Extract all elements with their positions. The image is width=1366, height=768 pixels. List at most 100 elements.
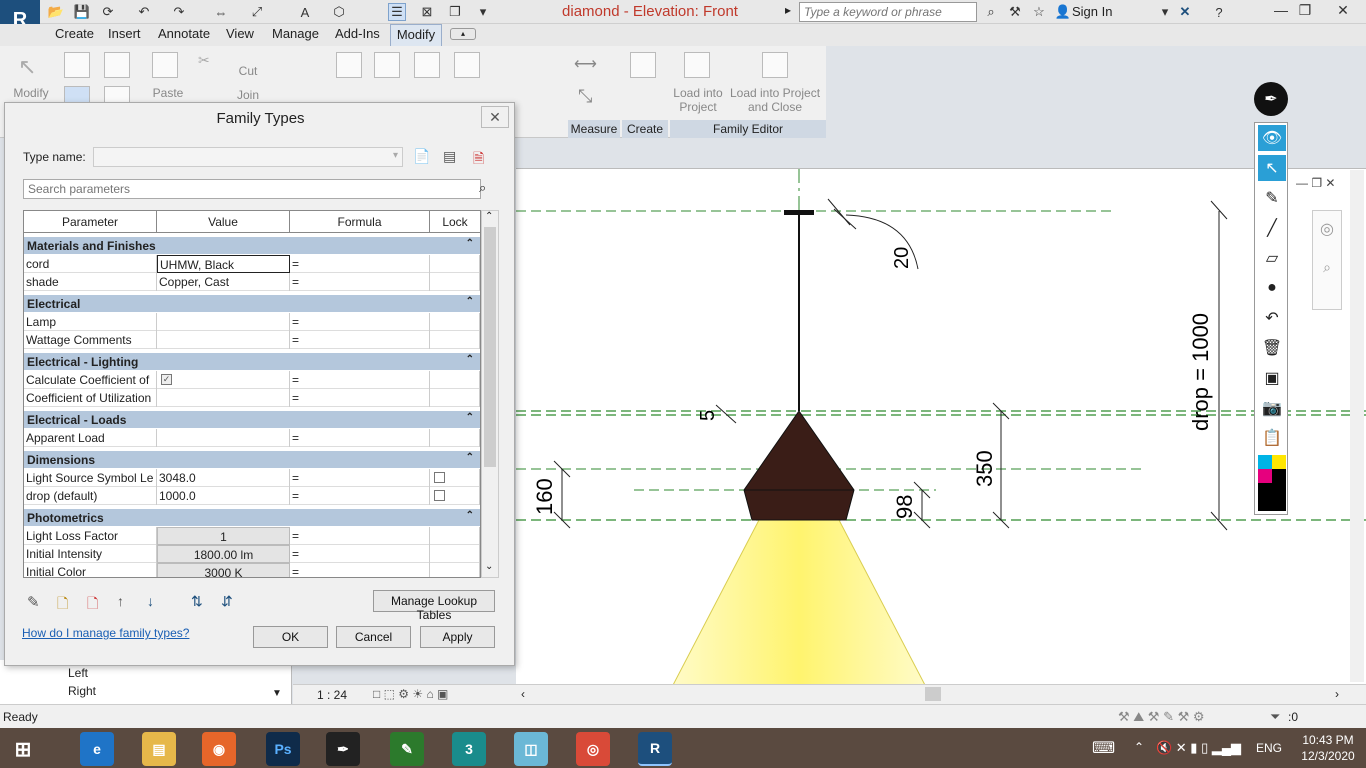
color-black-swatch[interactable] (1272, 469, 1286, 483)
search-parameters-input[interactable] (23, 179, 481, 199)
table-row[interactable]: cord UHMW, Black = (24, 255, 480, 273)
new-parameter-icon[interactable]: 🗋 (57, 593, 68, 617)
clock-time[interactable]: 10:43 PM (1298, 733, 1358, 747)
group-photometrics[interactable]: Photometrics ⌃ (24, 509, 480, 527)
mirror-draw-icon[interactable] (454, 52, 480, 78)
ok-button[interactable]: OK (253, 626, 328, 648)
language-indicator[interactable]: ENG (1256, 741, 1282, 755)
sign-in-button[interactable]: Sign In (1072, 4, 1112, 19)
keyboard-icon[interactable]: ⌨ (1092, 738, 1115, 758)
table-row[interactable]: Calculate Coefficient of ✓ = (24, 371, 480, 389)
aligned-dimension-icon[interactable]: ⟷ (574, 54, 597, 74)
color-yellow-swatch[interactable] (1272, 455, 1286, 469)
join-label[interactable]: Join (228, 88, 268, 102)
lock-checkbox[interactable] (434, 490, 445, 501)
table-row[interactable]: Initial Color 3000 K = (24, 563, 480, 577)
edit-parameter-icon[interactable]: ✎ (27, 593, 40, 611)
table-row[interactable]: Wattage Comments = (24, 331, 480, 349)
paste-icon[interactable] (152, 52, 178, 78)
tab-manage[interactable]: Manage (272, 26, 319, 41)
param-formula[interactable]: = (290, 273, 430, 291)
param-value-button[interactable]: 3000 K (157, 563, 290, 577)
tab-view[interactable]: View (226, 26, 254, 41)
text-icon[interactable]: A (296, 3, 314, 21)
restore-button[interactable]: ❐ (1290, 2, 1320, 19)
properties-icon[interactable] (64, 52, 90, 78)
param-formula[interactable]: = (290, 371, 430, 389)
param-value-input[interactable] (157, 389, 290, 407)
param-formula[interactable]: = (290, 255, 430, 273)
subscription-icon[interactable]: ⚒ (1006, 3, 1024, 21)
table-row[interactable]: drop (default) 1000.0 = (24, 487, 480, 505)
dot-icon[interactable]: ● (1258, 275, 1286, 301)
undo-stroke-icon[interactable]: ↶ (1258, 305, 1286, 331)
start-button-icon[interactable]: ⊞ (6, 732, 40, 766)
qat-dropdown-icon[interactable]: ▾ (474, 3, 492, 21)
param-formula[interactable]: = (290, 527, 430, 545)
redo-icon[interactable]: ↷ (170, 3, 188, 21)
search-icon[interactable]: ⌕ (479, 180, 486, 196)
close-hidden-icon[interactable]: ⊠ (418, 3, 436, 21)
firefox-icon[interactable]: ◉ (202, 732, 236, 766)
table-row[interactable]: shade Copper, Cast = (24, 273, 480, 291)
search-input[interactable] (799, 2, 977, 22)
cancel-button[interactable]: Cancel (336, 626, 411, 648)
param-value-input[interactable]: UHMW, Black (157, 255, 290, 273)
binoculars-icon[interactable]: ⌕ (982, 3, 1000, 21)
param-value-button[interactable]: 1800.00 lm (157, 545, 290, 563)
lock-checkbox[interactable] (434, 472, 445, 483)
3d-view-icon[interactable]: ⬡ (330, 3, 348, 21)
ribbon-minimize-icon[interactable]: ▴ (450, 28, 476, 40)
color-cyan-swatch[interactable] (1258, 455, 1272, 469)
scroll-down-icon[interactable]: ⌄ (485, 561, 493, 572)
steering-wheel-icon[interactable]: ◎ (1313, 219, 1341, 239)
param-formula[interactable]: = (290, 331, 430, 349)
pen-app-icon[interactable]: ✒ (1254, 82, 1288, 116)
column-parameter[interactable]: Parameter (24, 211, 157, 233)
param-value-input[interactable] (157, 313, 290, 331)
group-dimensions[interactable]: Dimensions ⌃ (24, 451, 480, 469)
trash-icon[interactable]: 🗑 (1258, 335, 1286, 361)
browser-item-left[interactable]: Left (68, 666, 88, 680)
modify-cursor-icon[interactable]: ↖ (18, 54, 36, 80)
group-electrical-lighting[interactable]: Electrical - Lighting ⌃ (24, 353, 480, 371)
help-icon[interactable]: ? (1210, 3, 1228, 21)
color-magenta-swatch[interactable] (1258, 469, 1272, 483)
view-scale[interactable]: 1 : 24 (317, 688, 347, 702)
thin-lines-icon[interactable]: ☰ (388, 3, 406, 21)
param-value-input[interactable]: 3048.0 (157, 469, 290, 487)
open-icon[interactable]: 📂 (47, 3, 65, 21)
navigation-bar[interactable]: ◎ ⌕ (1312, 210, 1342, 310)
clipboard-icon[interactable]: 📋 (1258, 425, 1286, 451)
browser-item-right[interactable]: Right (68, 684, 96, 698)
ie-icon[interactable]: e (80, 732, 114, 766)
param-formula[interactable]: = (290, 313, 430, 331)
param-value-input[interactable]: 1000.0 (157, 487, 290, 505)
rename-type-icon[interactable]: ▤ (443, 148, 456, 165)
highlighter-icon[interactable]: ✎ (1258, 185, 1286, 211)
star-icon[interactable]: ☆ (1030, 3, 1048, 21)
param-value-input[interactable] (157, 429, 290, 447)
align-icon[interactable] (336, 52, 362, 78)
load-into-project-close-button[interactable]: Load into Project and Close (726, 86, 824, 114)
param-formula[interactable]: = (290, 429, 430, 447)
param-formula[interactable]: = (290, 469, 430, 487)
param-value-button[interactable]: 1 (157, 527, 290, 545)
chrome-icon[interactable]: ◎ (576, 732, 610, 766)
tab-insert[interactable]: Insert (108, 26, 141, 41)
scroll-right-icon[interactable]: › (1335, 687, 1339, 701)
dialog-close-button[interactable]: ✕ (481, 106, 509, 128)
column-formula[interactable]: Formula (290, 211, 430, 233)
grid-scroll-thumb[interactable] (484, 227, 496, 467)
param-value-input[interactable] (157, 331, 290, 349)
measure-icon-large[interactable]: ⤡ (578, 86, 592, 107)
clock-date[interactable]: 12/3/2020 (1298, 749, 1358, 763)
measure-icon[interactable]: ⇔ (212, 3, 230, 21)
whiteboard-icon[interactable]: ▣ (1258, 365, 1286, 391)
vertical-scrollbar[interactable] (1350, 170, 1364, 682)
sort-descending-icon[interactable]: ⇵ (221, 593, 233, 610)
group-electrical[interactable]: Electrical ⌃ (24, 295, 480, 313)
delete-type-icon[interactable]: 🗎 (473, 148, 484, 172)
type-properties-icon[interactable] (104, 52, 130, 78)
browser-scroll-down-icon[interactable]: ▼ (272, 688, 282, 699)
